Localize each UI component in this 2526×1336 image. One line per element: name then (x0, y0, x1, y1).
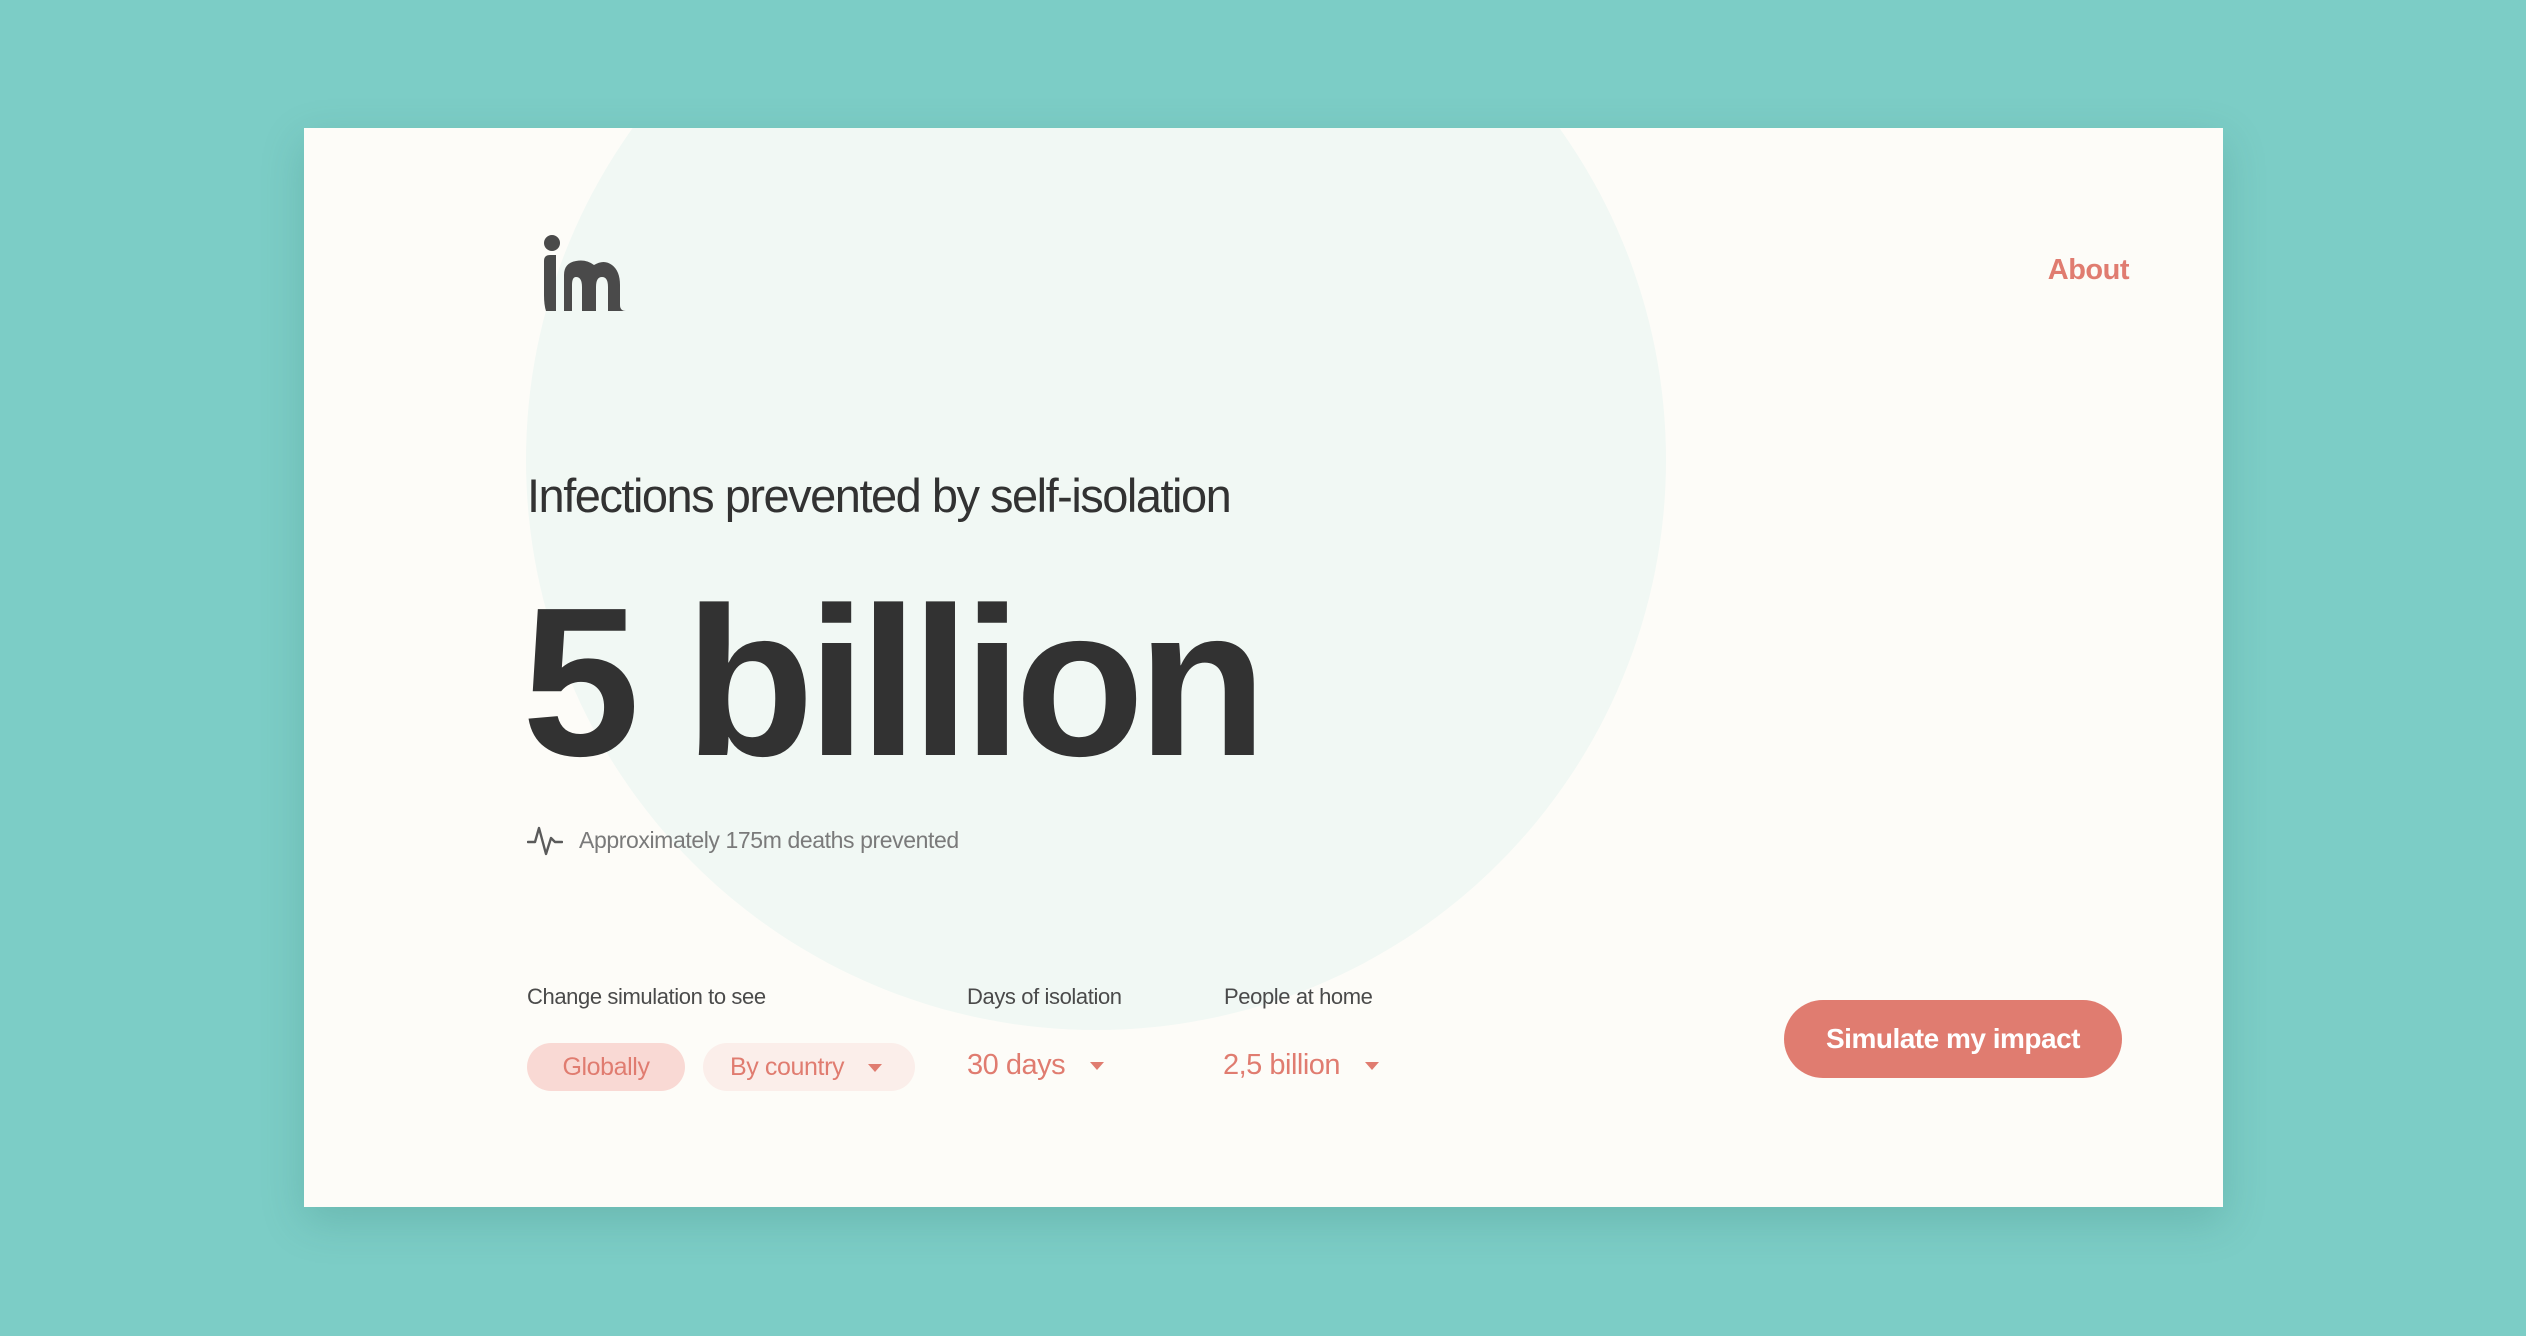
days-select[interactable]: 30 days (967, 1045, 1105, 1085)
caret-down-icon (868, 1064, 883, 1072)
scope-option-by-country[interactable]: By country (703, 1043, 915, 1091)
days-value: 30 days (967, 1048, 1066, 1081)
scope-label: Change simulation to see (527, 984, 766, 1009)
main-card: About Infections prevented by self-isola… (304, 128, 2223, 1207)
about-link[interactable]: About (2048, 254, 2130, 287)
pulse-icon (527, 826, 563, 856)
caret-down-icon (1090, 1062, 1105, 1070)
scope-option-globally-label: Globally (562, 1052, 650, 1081)
deaths-text: Approximately 175m deaths prevented (579, 826, 959, 853)
simulate-button[interactable]: Simulate my impact (1784, 1000, 2122, 1078)
people-label: People at home (1224, 984, 1373, 1009)
in-logo-icon (544, 235, 626, 311)
infections-count: 5 billion (522, 563, 1267, 800)
logo[interactable] (542, 235, 626, 315)
caret-down-icon (1365, 1062, 1380, 1070)
deaths-note: Approximately 175m deaths prevented (527, 822, 959, 858)
headline: Infections prevented by self-isolation (527, 469, 1232, 522)
people-value: 2,5 billion (1223, 1048, 1341, 1081)
scope-option-by-country-label: By country (730, 1052, 845, 1081)
days-label: Days of isolation (967, 984, 1122, 1009)
people-select[interactable]: 2,5 billion (1223, 1045, 1380, 1085)
scope-option-globally[interactable]: Globally (527, 1043, 685, 1091)
